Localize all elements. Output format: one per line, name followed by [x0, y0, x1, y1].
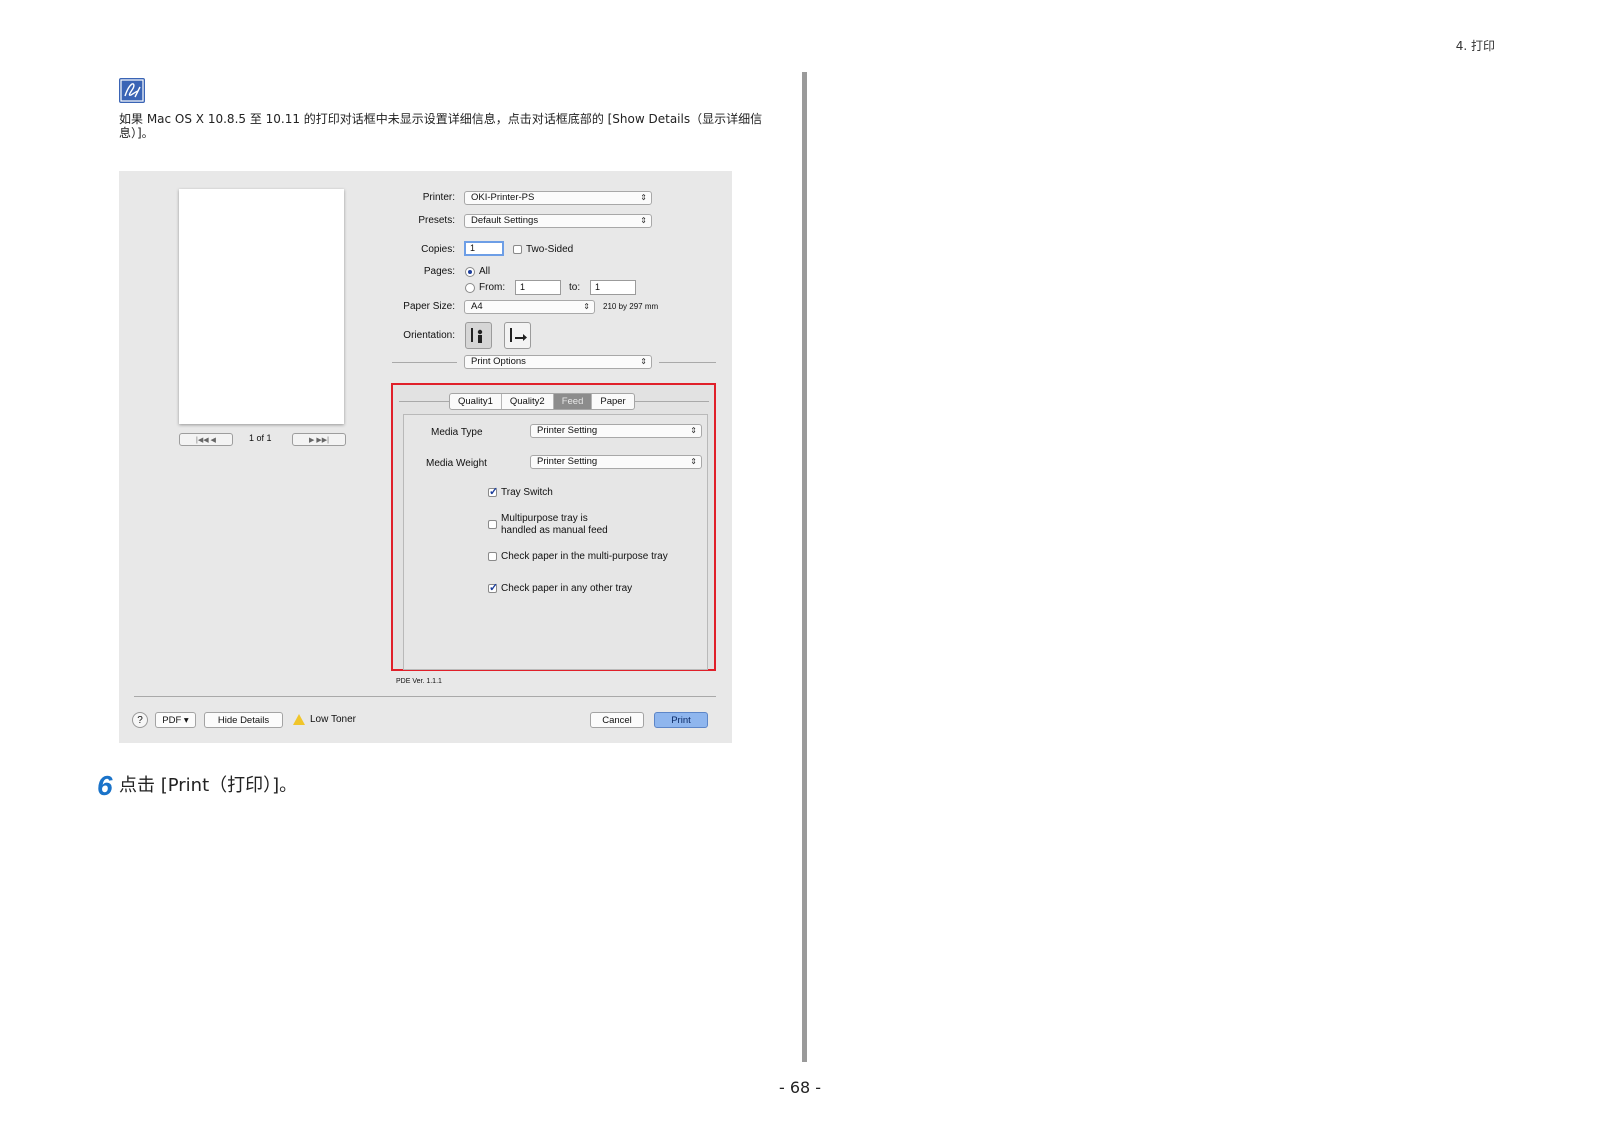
pages-all-label: All	[479, 266, 491, 277]
printer-label: Printer:	[422, 192, 455, 203]
updown-arrow-icon: ⇕	[640, 357, 647, 366]
page-preview	[179, 189, 344, 424]
check-mp-tray-checkbox[interactable]	[488, 552, 497, 561]
check-other-tray-label: Check paper in any other tray	[501, 583, 633, 594]
media-weight-select[interactable]: Printer Setting ⇕	[530, 455, 702, 469]
two-sided-checkbox[interactable]	[513, 245, 522, 254]
memo-pen-icon	[119, 78, 145, 103]
section-line-left	[392, 362, 457, 363]
updown-arrow-icon: ⇕	[690, 457, 697, 466]
page-number: - 68 -	[778, 1078, 822, 1097]
presets-value: Default Settings	[471, 215, 539, 226]
tab-bar: Quality1 Quality2 Feed Paper	[449, 393, 635, 410]
copies-label: Copies:	[421, 244, 455, 255]
updown-arrow-icon: ⇕	[583, 302, 590, 311]
multipurpose-line1: Multipurpose tray is	[501, 513, 588, 524]
print-dialog-screenshot: |◀◀ ◀ 1 of 1 ▶ ▶▶| Printer: OKI-Printer-…	[119, 171, 732, 743]
step-number: 6	[97, 770, 113, 801]
paper-size-label: Paper Size:	[403, 301, 455, 312]
media-type-label: Media Type	[431, 427, 483, 438]
low-toner-status: Low Toner	[310, 714, 356, 725]
copies-input[interactable]: 1	[464, 241, 504, 256]
check-other-tray-checkbox[interactable]	[488, 581, 498, 594]
paper-dimensions: 210 by 297 mm	[603, 302, 659, 311]
tab-feed[interactable]: Feed	[553, 394, 593, 409]
paper-size-value: A4	[471, 301, 483, 312]
pages-from-radio[interactable]	[465, 283, 475, 293]
media-weight-label: Media Weight	[426, 458, 487, 469]
portrait-person-icon	[471, 328, 483, 343]
help-button[interactable]: ?	[132, 712, 148, 728]
print-options-value: Print Options	[471, 356, 526, 367]
paper-size-select[interactable]: A4 ⇕	[464, 300, 595, 314]
bottom-separator	[134, 696, 716, 697]
section-line-right	[659, 362, 716, 363]
step-text: 点击 [Print（打印）]。	[119, 775, 298, 796]
landscape-orientation-button[interactable]	[504, 322, 531, 349]
printer-select[interactable]: OKI-Printer-PS ⇕	[464, 191, 652, 205]
warning-icon	[293, 714, 305, 725]
chapter-header: 4. 打印	[1455, 39, 1495, 53]
media-type-select[interactable]: Printer Setting ⇕	[530, 424, 702, 438]
pages-to-label: to:	[569, 282, 581, 293]
note-text: 如果 Mac OS X 10.8.5 至 10.11 的打印对话框中未显示设置详…	[119, 112, 763, 140]
cancel-button[interactable]: Cancel	[590, 712, 644, 728]
printer-value: OKI-Printer-PS	[471, 192, 535, 203]
multipurpose-line2: handled as manual feed	[501, 525, 608, 536]
check-mp-tray-label: Check paper in the multi-purpose tray	[501, 551, 668, 562]
pages-all-radio[interactable]	[465, 267, 475, 277]
tab-paper[interactable]: Paper	[592, 394, 633, 409]
pde-version: PDE Ver. 1.1.1	[396, 678, 442, 685]
column-divider	[802, 72, 807, 1062]
tray-switch-label: Tray Switch	[501, 487, 553, 498]
media-weight-value: Printer Setting	[537, 456, 598, 467]
presets-select[interactable]: Default Settings ⇕	[464, 214, 652, 228]
next-last-page-buttons[interactable]: ▶ ▶▶|	[292, 433, 346, 446]
updown-arrow-icon: ⇕	[640, 193, 647, 202]
tab-quality1[interactable]: Quality1	[450, 394, 502, 409]
print-options-select[interactable]: Print Options ⇕	[464, 355, 652, 369]
two-sided-label: Two-Sided	[526, 244, 574, 255]
print-button[interactable]: Print	[654, 712, 708, 728]
tray-switch-checkbox[interactable]	[488, 485, 498, 498]
pages-from-label: From:	[479, 282, 506, 293]
page-indicator: 1 of 1	[249, 433, 272, 443]
media-type-value: Printer Setting	[537, 425, 598, 436]
pdf-menu-button[interactable]: PDF ▾	[155, 712, 196, 728]
multipurpose-manual-checkbox[interactable]	[488, 520, 497, 529]
first-prev-page-buttons[interactable]: |◀◀ ◀	[179, 433, 233, 446]
highlight-frame: Quality1 Quality2 Feed Paper Media Type …	[391, 383, 716, 671]
updown-arrow-icon: ⇕	[690, 426, 697, 435]
portrait-orientation-button[interactable]	[465, 322, 492, 349]
pages-from-input[interactable]: 1	[515, 280, 561, 295]
orientation-label: Orientation:	[403, 330, 455, 341]
presets-label: Presets:	[418, 215, 455, 226]
pages-label: Pages:	[423, 266, 455, 277]
multipurpose-manual-label: Multipurpose tray is handled as manual f…	[501, 513, 608, 537]
feed-panel: Media Type Printer Setting ⇕ Media Weigh…	[403, 414, 708, 670]
tab-quality2[interactable]: Quality2	[502, 394, 554, 409]
landscape-person-icon	[510, 328, 527, 342]
pages-to-input[interactable]: 1	[590, 280, 636, 295]
hide-details-button[interactable]: Hide Details	[204, 712, 283, 728]
updown-arrow-icon: ⇕	[640, 216, 647, 225]
